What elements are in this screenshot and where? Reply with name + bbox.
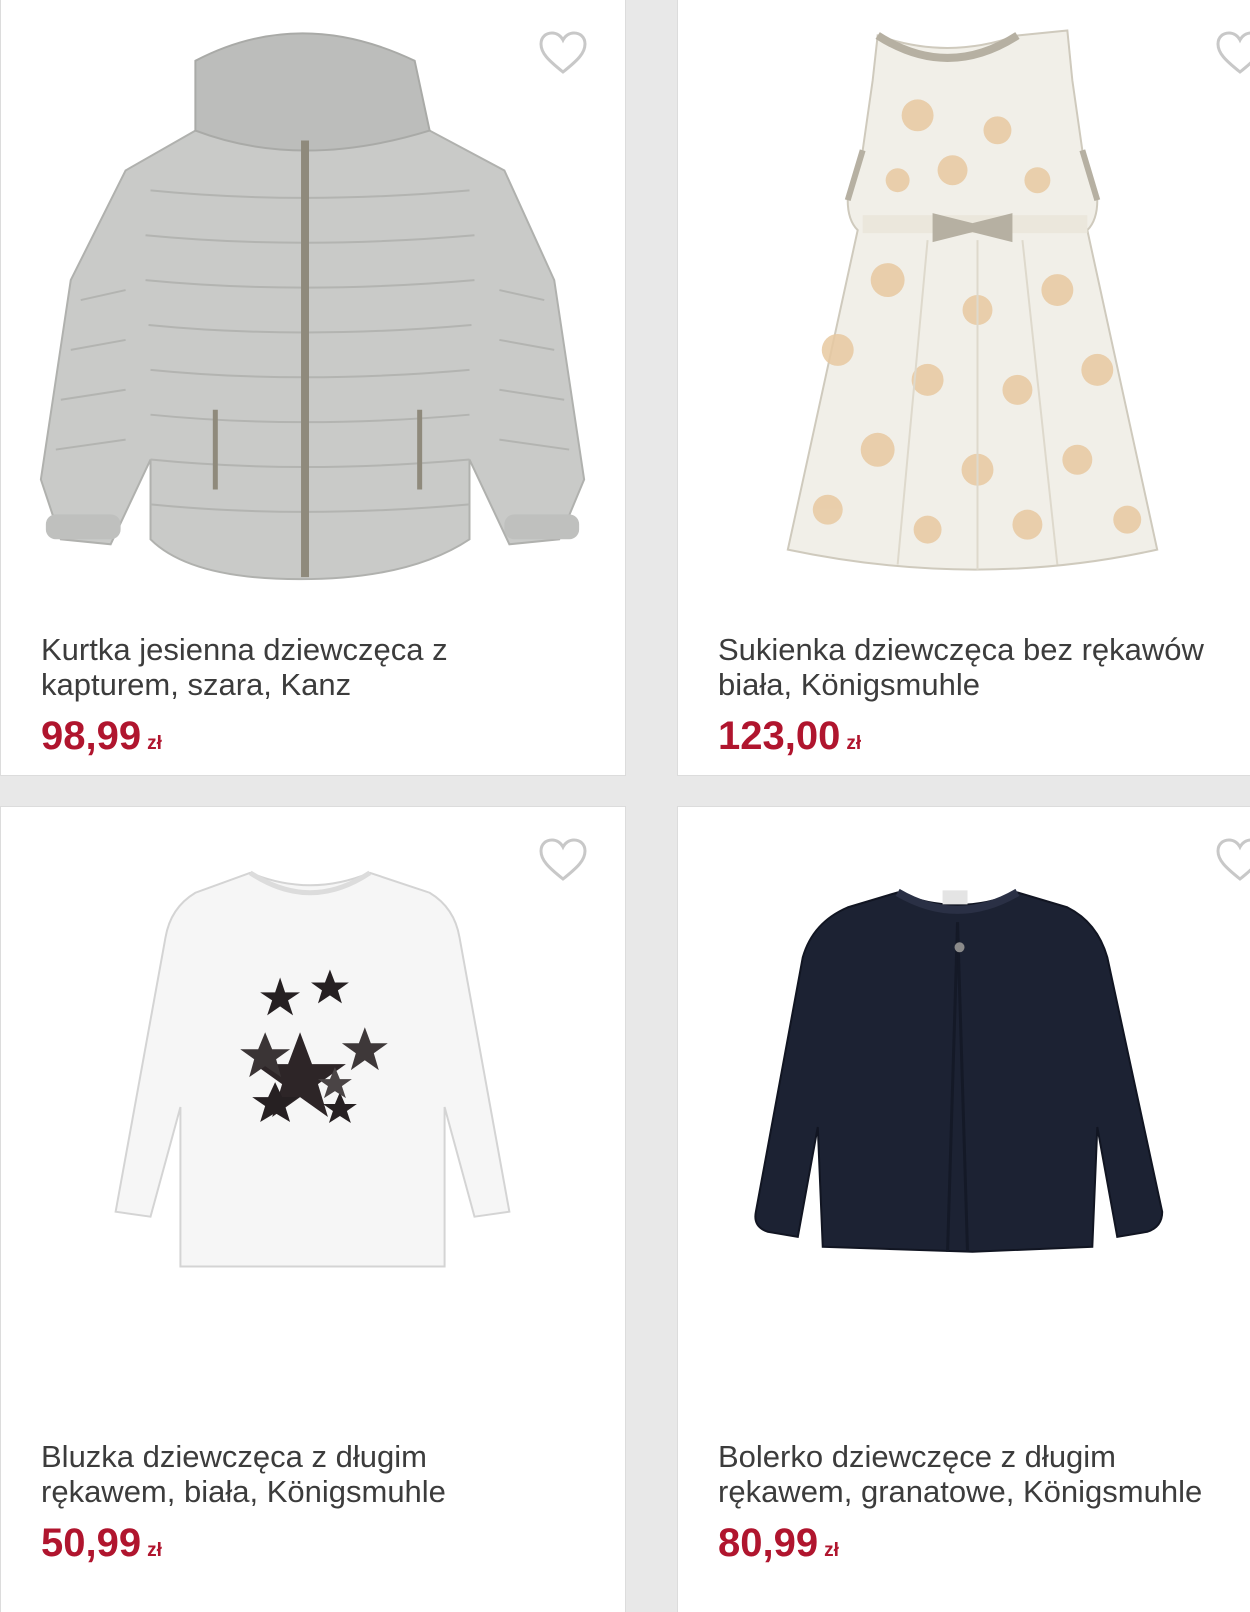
product-image-jacket[interactable]	[1, 20, 625, 610]
product-title-line[interactable]: biała, Königsmuhle	[718, 667, 1250, 702]
product-title-line[interactable]: rękawem, biała, Königsmuhle	[41, 1474, 601, 1509]
product-card[interactable]: Sukienka dziewczęca bez rękawów biała, K…	[677, 0, 1250, 776]
product-title[interactable]: Bolerko dziewczęce z długim rękawem, gra…	[718, 1439, 1250, 1509]
price-value: 80,99	[718, 1521, 819, 1565]
product-image-dress[interactable]	[678, 20, 1250, 610]
product-price: 123,00 zł	[718, 716, 861, 764]
product-card[interactable]: Bluzka dziewczęca z długim rękawem, biał…	[0, 806, 626, 1612]
product-card[interactable]: Bolerko dziewczęce z długim rękawem, gra…	[677, 806, 1250, 1612]
product-title-line[interactable]: kapturem, szara, Kanz	[41, 667, 601, 702]
price-currency: zł	[147, 733, 162, 754]
product-image-cardigan[interactable]	[678, 827, 1250, 1417]
product-price: 50,99 zł	[41, 1523, 162, 1571]
product-title-line[interactable]: rękawem, granatowe, Königsmuhle	[718, 1474, 1250, 1509]
product-title[interactable]: Sukienka dziewczęca bez rękawów biała, K…	[718, 632, 1250, 702]
price-currency: zł	[846, 733, 862, 754]
product-title[interactable]: Kurtka jesienna dziewczęca z kapturem, s…	[41, 632, 601, 702]
product-price: 80,99 zł	[718, 1523, 839, 1571]
price-value: 50,99	[41, 1521, 142, 1565]
product-image-blouse[interactable]	[1, 827, 625, 1417]
product-title-line[interactable]: Bluzka dziewczęca z długim	[41, 1439, 601, 1474]
product-title-line[interactable]: Kurtka jesienna dziewczęca z	[41, 632, 601, 667]
price-value: 98,99	[41, 714, 142, 758]
price-currency: zł	[147, 1540, 162, 1561]
product-price: 98,99 zł	[41, 716, 162, 764]
product-title[interactable]: Bluzka dziewczęca z długim rękawem, biał…	[41, 1439, 601, 1509]
price-currency: zł	[824, 1540, 839, 1561]
price-value: 123,00	[718, 714, 841, 758]
product-title-line[interactable]: Bolerko dziewczęce z długim	[718, 1439, 1250, 1474]
product-card[interactable]: Kurtka jesienna dziewczęca z kapturem, s…	[0, 0, 626, 776]
product-title-line[interactable]: Sukienka dziewczęca bez rękawów	[718, 632, 1250, 667]
